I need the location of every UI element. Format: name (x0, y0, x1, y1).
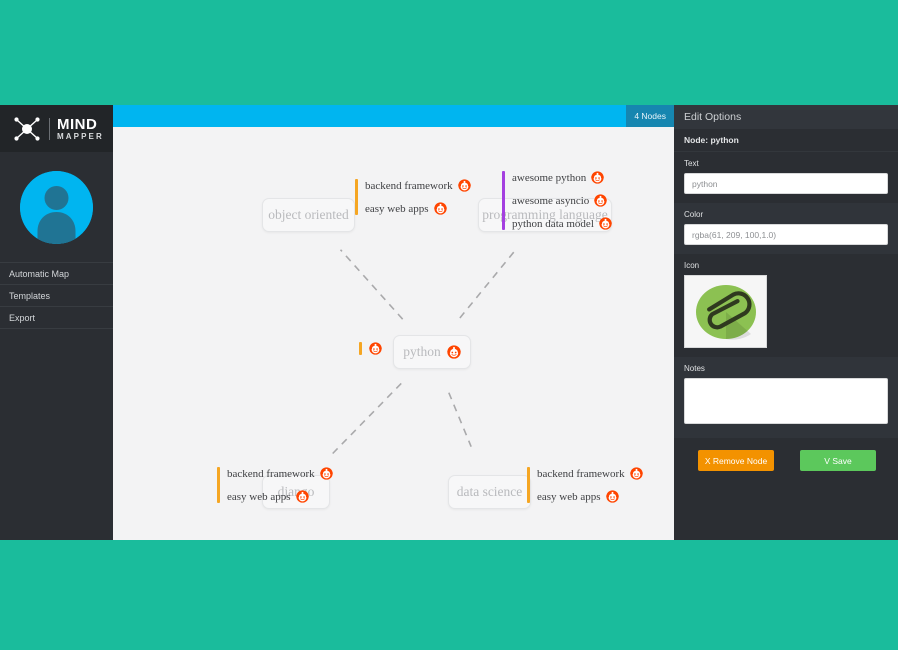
reddit-icon[interactable] (599, 217, 612, 230)
panel-node-label: Node: python (674, 129, 898, 152)
icon-picker[interactable] (684, 275, 767, 348)
link-list-items: backend framework easy web apps (227, 467, 333, 503)
link-list-items (369, 342, 382, 355)
mindmap-edge (448, 392, 472, 447)
node-label: python (403, 344, 441, 359)
mindmap-node-data-science[interactable]: data science (448, 475, 531, 509)
brand-divider (49, 117, 50, 140)
notes-textarea[interactable] (684, 378, 888, 424)
sidebar-item-label: Export (9, 312, 36, 323)
mindmap-canvas[interactable]: object oriented programming language pytho… (113, 127, 674, 540)
reddit-icon[interactable] (319, 467, 333, 480)
link-row[interactable]: backend framework (365, 179, 471, 192)
sidebar-item-templates[interactable]: Templates (0, 285, 113, 307)
mindmap-edge (339, 249, 404, 320)
mindmap-node-python[interactable]: python (393, 335, 471, 369)
link-list-object-oriented-links: backend framework easy web apps (355, 179, 471, 215)
link-row[interactable]: awesome asyncio (512, 194, 612, 207)
link-label: backend framework (227, 467, 315, 480)
mindmap-node-object-oriented[interactable]: object oriented (262, 198, 355, 232)
reddit-icon[interactable] (369, 342, 382, 355)
text-input[interactable] (684, 173, 888, 194)
link-label: python data model (512, 217, 594, 230)
link-row[interactable]: python data model (512, 217, 612, 230)
link-list-items: backend framework easy web apps (537, 467, 643, 503)
topbar: 4 Nodes (113, 105, 674, 127)
panel-button-row: X Remove Node V Save (674, 438, 898, 471)
link-row[interactable]: easy web apps (227, 490, 333, 503)
icon-field-label: Icon (684, 261, 700, 270)
reddit-icon[interactable] (629, 467, 643, 480)
remove-node-button[interactable]: X Remove Node (698, 450, 774, 471)
reddit-icon[interactable] (447, 345, 461, 359)
user-avatar-icon (20, 170, 93, 244)
node-label: object oriented (268, 207, 349, 222)
reddit-icon[interactable] (591, 171, 604, 184)
reddit-icon[interactable] (605, 490, 619, 503)
brand-mind: MIND (57, 115, 98, 133)
link-label: backend framework (537, 467, 625, 480)
link-list-programming-language-links: awesome python awesome asyncio python data… (502, 171, 612, 230)
link-list-items: awesome python awesome asyncio python data… (512, 171, 612, 230)
link-row[interactable]: backend framework (227, 467, 333, 480)
link-label: easy web apps (227, 490, 291, 503)
main-area: 4 Nodes object oriented programming langu… (113, 105, 674, 540)
link-list-accent-bar (217, 467, 220, 503)
link-row[interactable]: awesome python (512, 171, 612, 184)
panel-title: Edit Options (674, 105, 898, 129)
link-label: awesome asyncio (512, 194, 590, 207)
avatar[interactable] (20, 170, 93, 244)
sidebar-item-label: Templates (9, 290, 51, 301)
nodes-count-badge[interactable]: 4 Nodes (626, 105, 674, 127)
edit-options-panel: Edit Options Node: python Text Color Ico… (674, 105, 898, 540)
link-list-python-links (359, 342, 382, 355)
link-row[interactable]: easy web apps (365, 202, 471, 215)
paperclip-icon (695, 284, 756, 340)
link-label: easy web apps (365, 202, 429, 215)
notes-field-label: Notes (684, 364, 705, 373)
mindmap-node-graph-icon (12, 116, 42, 142)
reddit-icon[interactable] (457, 179, 471, 192)
link-list-accent-bar (527, 467, 530, 503)
sidebar-item-label: Automatic Map (9, 268, 70, 279)
sidebar-menu: Automatic Map Templates Export (0, 262, 113, 329)
link-list-data-science-links: backend framework easy web apps (527, 467, 643, 503)
save-button[interactable]: V Save (800, 450, 876, 471)
link-list-django-links: backend framework easy web apps (217, 467, 333, 503)
link-row[interactable]: easy web apps (537, 490, 643, 503)
link-row[interactable]: backend framework (537, 467, 643, 480)
sidebar: MIND MAPPER Automatic Map Templates Expo… (0, 105, 113, 540)
notes-field-group: Notes (674, 357, 898, 438)
link-list-items: backend framework easy web apps (365, 179, 471, 215)
text-field-label: Text (684, 159, 699, 168)
mindmap-edge (328, 382, 402, 458)
link-label: easy web apps (537, 490, 601, 503)
reddit-icon[interactable] (433, 202, 447, 215)
color-input[interactable] (684, 224, 888, 245)
brand-text: MIND MAPPER (57, 117, 104, 141)
link-label: awesome python (512, 171, 587, 184)
brand-logo-area[interactable]: MIND MAPPER (0, 105, 113, 152)
color-field-group: Color (674, 203, 898, 254)
icon-field-group: Icon (674, 254, 898, 357)
link-list-accent-bar (355, 179, 358, 215)
link-list-accent-bar (502, 171, 505, 230)
text-field-group: Text (674, 152, 898, 203)
mindmap-edge (459, 250, 516, 319)
sidebar-item-automatic-map[interactable]: Automatic Map (0, 263, 113, 285)
avatar-wrapper (0, 152, 113, 262)
brand-mapper: MAPPER (57, 131, 104, 141)
node-label: data science (456, 484, 523, 499)
link-label: backend framework (365, 179, 453, 192)
reddit-icon[interactable] (594, 194, 607, 207)
link-list-accent-bar (359, 342, 362, 355)
color-field-label: Color (684, 210, 704, 219)
reddit-icon[interactable] (295, 490, 309, 503)
app-window: MIND MAPPER Automatic Map Templates Expo… (0, 105, 898, 540)
link-row[interactable] (369, 342, 382, 355)
sidebar-item-export[interactable]: Export (0, 307, 113, 329)
